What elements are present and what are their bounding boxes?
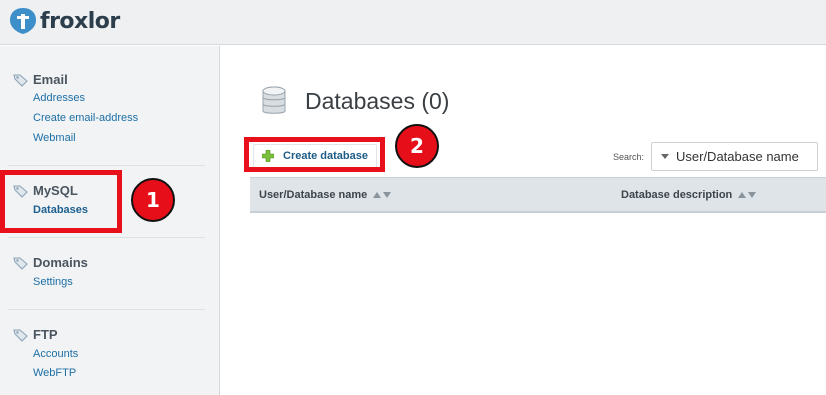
table-header: User/Database name Database description	[250, 177, 826, 213]
sidebar-item-webftp[interactable]: WebFTP	[33, 367, 76, 379]
dropdown-caret-icon	[661, 154, 669, 159]
page-heading: Databases (0)	[261, 86, 449, 116]
froxlor-logo-icon	[10, 8, 36, 34]
sidebar-group-title: FTP	[33, 327, 58, 342]
sidebar-divider	[8, 309, 205, 310]
sidebar-group-title: Domains	[33, 255, 88, 270]
tag-icon	[13, 74, 28, 87]
column-header-label: Database description	[621, 189, 733, 201]
search-field-select[interactable]: User/Database name	[651, 142, 818, 171]
column-header-database-description[interactable]: Database description	[621, 189, 757, 201]
app-name: froxlor	[40, 8, 120, 34]
sidebar-group-title: Email	[33, 72, 68, 87]
sidebar-divider	[8, 237, 205, 238]
sidebar-item-settings[interactable]: Settings	[33, 276, 73, 288]
sidebar-group-ftp: FTP	[13, 327, 58, 342]
annotation-highlight-create-database	[244, 137, 385, 172]
sidebar-group-domains: Domains	[13, 255, 88, 270]
search-label: Search:	[613, 152, 645, 162]
sort-arrows-icon[interactable]	[738, 192, 757, 198]
column-header-user-database-name[interactable]: User/Database name	[259, 189, 392, 201]
sort-arrows-icon[interactable]	[373, 192, 392, 198]
annotation-highlight-databases	[0, 170, 122, 233]
search-field-value: User/Database name	[676, 149, 799, 164]
froxlor-logo[interactable]: froxlor	[8, 6, 120, 36]
tag-icon	[13, 329, 28, 342]
sidebar-item-create-email-address[interactable]: Create email-address	[33, 112, 138, 124]
sidebar-item-accounts[interactable]: Accounts	[33, 348, 78, 360]
annotation-marker-2: 2	[395, 124, 439, 168]
sidebar-divider	[8, 165, 205, 166]
annotation-marker-1: 1	[131, 178, 175, 222]
sidebar-item-addresses[interactable]: Addresses	[33, 92, 85, 104]
column-header-label: User/Database name	[259, 189, 368, 201]
tag-icon	[13, 257, 28, 270]
sidebar-item-webmail[interactable]: Webmail	[33, 132, 76, 144]
sidebar-group-email: Email	[13, 72, 68, 87]
top-header: froxlor	[0, 0, 826, 45]
database-icon	[262, 86, 286, 114]
page-title: Databases (0)	[305, 87, 450, 114]
main-content: Databases (0) Create database Search: Us…	[221, 46, 826, 395]
